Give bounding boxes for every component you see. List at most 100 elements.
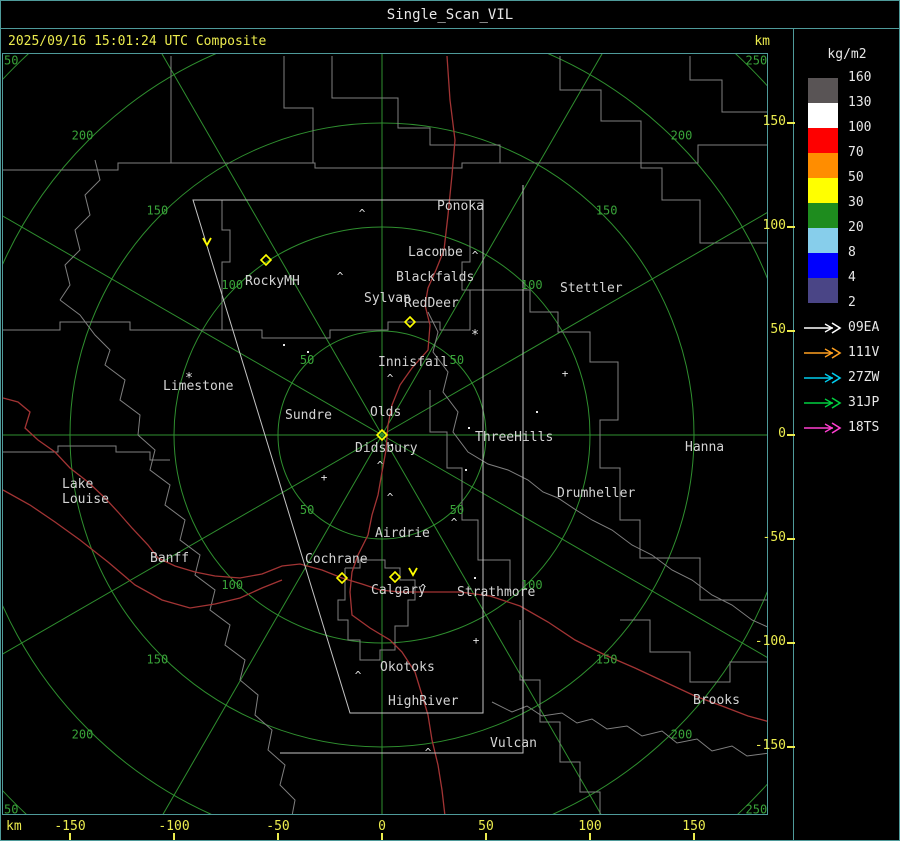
city-label: Ponoka xyxy=(437,199,484,214)
legend-panel: kg/m2 160 130 100 70 50 30 20 8 4 2 09EA 111V 27Z… xyxy=(794,29,900,841)
town-asterisk-marker: * xyxy=(185,371,193,386)
town-caret-marker: ^ xyxy=(387,372,394,385)
legend-color-swatch xyxy=(808,128,838,153)
x-tick xyxy=(381,833,383,840)
city-label: Strathmore xyxy=(457,585,535,600)
county-boundary-line xyxy=(3,144,767,171)
town-dot-marker xyxy=(468,427,470,429)
station-arrow-label: 27ZW xyxy=(848,370,880,385)
ring-range-label: 150 xyxy=(596,653,618,667)
radial-line xyxy=(162,434,383,814)
legend-value: 8 xyxy=(848,245,856,260)
y-tick xyxy=(787,122,795,124)
legend-value: 100 xyxy=(848,120,872,135)
y-axis-unit-label: km xyxy=(754,34,770,49)
ring-range-label: 150 xyxy=(147,653,169,667)
legend-color-swatch xyxy=(808,153,838,178)
y-tick-label: 0 xyxy=(778,426,786,441)
y-tick xyxy=(787,330,795,332)
county-boundary-line xyxy=(331,56,501,163)
ring-range-label: 250 xyxy=(746,54,767,68)
x-tick xyxy=(69,833,71,840)
ring-range-label: 100 xyxy=(221,278,243,292)
y-tick-label: -50 xyxy=(762,530,786,545)
county-boundary-line xyxy=(283,56,314,163)
ring-range-label: 250 xyxy=(3,802,18,814)
legend-color-swatch xyxy=(808,253,838,278)
ring-range-label: 200 xyxy=(72,728,94,742)
city-label: HighRiver xyxy=(388,694,459,709)
ring-range-label: 50 xyxy=(450,353,464,367)
city-label: RockyMH xyxy=(245,274,300,289)
y-tick xyxy=(787,226,795,228)
ring-range-label: 150 xyxy=(147,203,169,217)
radar-map-canvas: 50 5050 50100 100100 100150 150150 150200 20020… xyxy=(3,54,767,814)
county-boundary-line xyxy=(337,559,416,661)
city-label: Airdrie xyxy=(375,526,430,541)
y-tick xyxy=(787,746,795,748)
title-divider xyxy=(0,28,900,29)
x-tick xyxy=(173,833,175,840)
page-title: Single_Scan_VIL xyxy=(386,7,514,23)
town-caret-marker: ^ xyxy=(337,270,344,283)
y-tick-label: -100 xyxy=(754,634,786,649)
ring-range-label: 200 xyxy=(671,128,693,142)
radial-line xyxy=(161,54,383,436)
x-tick xyxy=(485,833,487,840)
county-boundary-line xyxy=(559,56,767,244)
ring-range-label: 200 xyxy=(671,728,693,742)
city-label: RedDeer xyxy=(404,296,459,311)
town-dot-marker xyxy=(465,469,467,471)
town-caret-marker: ^ xyxy=(359,207,366,220)
x-tick-label: 50 xyxy=(478,819,494,834)
x-tick xyxy=(693,833,695,840)
station-arrow-label: 31JP xyxy=(848,395,880,410)
town-dot-marker xyxy=(474,577,476,579)
city-label: Stettler xyxy=(560,281,623,296)
ring-range-label: 200 xyxy=(72,128,94,142)
ring-range-label: 50 xyxy=(300,503,314,517)
station-arrow-icon xyxy=(802,370,846,390)
county-boundary-line xyxy=(620,619,767,683)
city-label: ThreeHills xyxy=(475,430,553,445)
city-label: Banff xyxy=(150,551,189,566)
town-plus-marker: + xyxy=(562,367,569,380)
city-label: Blackfalds xyxy=(396,270,474,285)
x-tick-label: 100 xyxy=(578,819,602,834)
city-label: Calgary xyxy=(371,583,426,598)
legend-value: 70 xyxy=(848,145,864,160)
station-arrow-icon xyxy=(802,320,846,340)
county-boundary-line xyxy=(222,200,471,339)
ring-range-label: 100 xyxy=(521,278,543,292)
city-label: Limestone xyxy=(163,379,234,394)
title-bar: Single_Scan_VIL xyxy=(0,0,900,28)
ring-range-label: 50 xyxy=(300,353,314,367)
city-label: Lake Louise xyxy=(62,477,109,507)
y-tick xyxy=(787,434,795,436)
y-tick-label: 50 xyxy=(770,322,786,337)
city-label: Drumheller xyxy=(557,486,635,501)
legend-color-swatch xyxy=(808,103,838,128)
city-label: Vulcan xyxy=(490,736,537,751)
legend-color-swatch xyxy=(808,278,838,303)
y-tick xyxy=(787,642,795,644)
ring-range-label: 250 xyxy=(3,54,18,68)
station-arrow-icon xyxy=(802,395,846,415)
city-label: Brooks xyxy=(693,693,740,708)
town-plus-marker: + xyxy=(473,634,480,647)
station-diamond-marker xyxy=(388,570,402,584)
county-boundary-line xyxy=(519,620,601,814)
legend-value: 2 xyxy=(848,295,856,310)
legend-title: kg/m2 xyxy=(827,47,867,62)
town-asterisk-marker: * xyxy=(471,328,479,343)
city-label: Didsbury xyxy=(355,441,418,456)
radial-line xyxy=(381,434,767,658)
city-label: Innisfail xyxy=(378,355,448,370)
scan-timestamp: 2025/09/16 15:01:24 UTC Composite xyxy=(8,34,267,49)
town-dot-marker xyxy=(283,344,285,346)
station-arrow-icon xyxy=(802,420,846,440)
city-label: Cochrane xyxy=(305,552,368,567)
station-arrow-label: 111V xyxy=(848,345,880,360)
county-boundary-line xyxy=(3,200,231,331)
station-arrow-label: 18TS xyxy=(848,420,880,435)
